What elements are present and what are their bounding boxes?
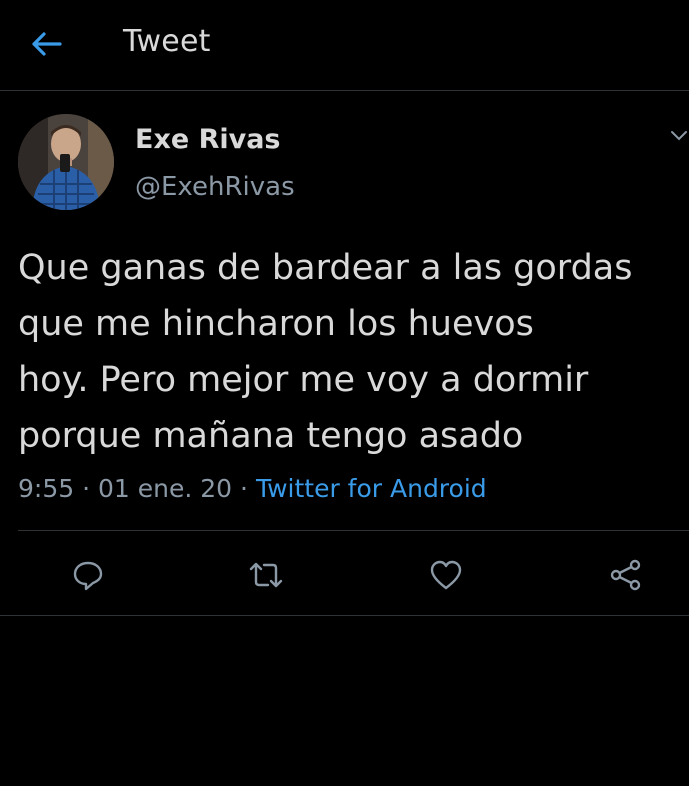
chevron-down-icon (671, 131, 687, 141)
back-button[interactable] (26, 26, 66, 62)
tweet-metadata: 9:55 · 01 ene. 20 · Twitter for Android (18, 474, 487, 503)
top-bar: Tweet (0, 0, 689, 91)
heart-icon (430, 560, 462, 590)
retweet-icon (249, 562, 283, 588)
tweet-source-link[interactable]: Twitter for Android (256, 474, 487, 503)
page-title: Tweet (123, 24, 211, 59)
author-handle[interactable]: @ExehRivas (135, 172, 295, 202)
tweet-date: 01 ene. 20 (98, 474, 233, 503)
author-name[interactable]: Exe Rivas (135, 124, 281, 155)
retweet-button[interactable] (246, 555, 286, 595)
tweet-actions-bar (0, 531, 689, 615)
like-button[interactable] (426, 555, 466, 595)
separator: · (82, 474, 91, 503)
reply-button[interactable] (68, 555, 108, 595)
tweet-time: 9:55 (18, 474, 75, 503)
arrow-left-icon (32, 32, 62, 56)
speech-bubble-icon (73, 561, 103, 591)
share-icon (610, 559, 641, 591)
share-button[interactable] (606, 555, 646, 595)
avatar[interactable] (18, 114, 114, 210)
more-options-button[interactable] (668, 128, 689, 144)
profile-photo (18, 114, 114, 210)
divider (0, 615, 689, 616)
separator: · (240, 474, 248, 503)
tweet-text: Que ganas de bardear a las gordas que me… (18, 248, 633, 456)
